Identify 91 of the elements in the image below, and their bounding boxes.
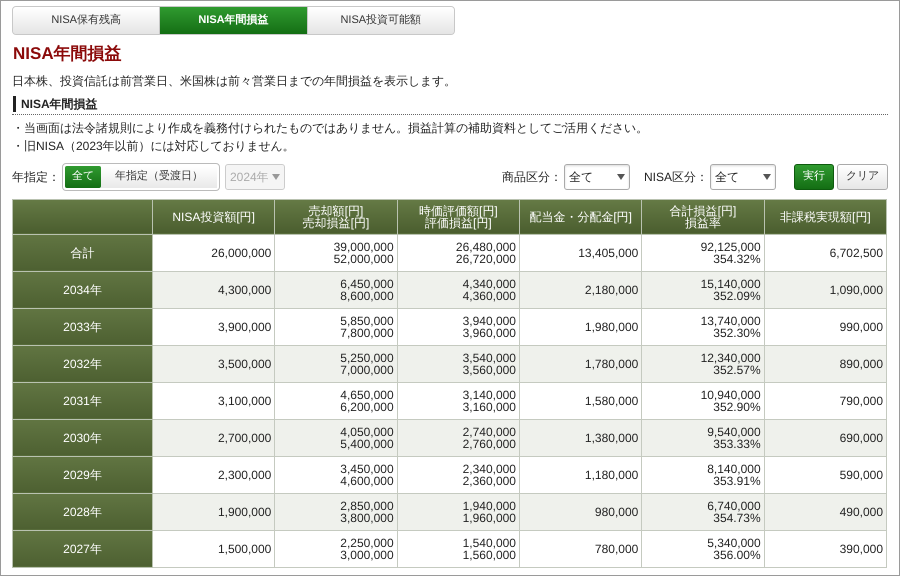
cell-value: 3,100,000 [218,394,272,406]
cell-value: 1,980,000 [584,320,638,332]
cell-value: 2,700,000 [218,432,272,444]
row-header: 2027年 [12,530,152,567]
section-heading: NISA年間損益 [13,96,888,112]
cell-value: 2,300,000 [218,468,272,480]
cell-value: 3,940,000 3,960,000 [462,314,516,338]
caret-icon [616,174,625,180]
cell-value: 2,850,000 3,800,000 [340,500,394,524]
cell-value: 6,740,000 354.73% [707,500,761,524]
cell-value: 2,250,000 3,000,000 [340,536,394,560]
cell-value: 990,000 [840,320,883,332]
cell-value: 1,900,000 [218,506,272,518]
cell-value: 1,090,000 [830,284,883,296]
cell-value: 39,000,000 52,000,000 [334,240,394,264]
cell-value: 1,500,000 [218,542,272,554]
dropdown-value: 全て [568,168,593,186]
cell-value: 690,000 [840,432,883,444]
cell-value: 9,540,000 353.33% [707,426,761,450]
cell-value: 3,540,000 3,560,000 [462,352,516,376]
cell-value: 3,140,000 3,160,000 [462,388,516,412]
dropdown[interactable]: 全て [710,164,776,190]
cell-value: 5,850,000 7,800,000 [340,314,394,338]
row-header: 合計 [12,234,152,271]
cell-value: 780,000 [594,542,638,554]
dropdown[interactable]: 全て [564,164,630,190]
note-text: ・当画面は法令諸規則により作成を義務付けられたものではありません。損益計算の補助資料としてご活用ください。 [12,120,649,136]
cell-value: 3,450,000 4,600,000 [340,462,394,486]
cell-value: 6,702,500 [830,246,883,258]
column-header: 合計損益[円] 損益率 [642,199,764,234]
cell-value: 5,340,000 356.00% [707,536,761,560]
cell-value: 4,650,000 6,200,000 [340,388,394,412]
cell-value: 1,940,000 1,960,000 [462,500,516,524]
row-header: 2028年 [12,493,152,530]
cell-value: 8,140,000 353.91% [707,462,761,486]
filter-label: 商品区分： [502,168,562,186]
filter-label: 年指定： [12,168,60,186]
cell-value: 790,000 [840,394,883,406]
cell-value: 12,340,000 352.57% [700,352,761,376]
cell-value: 1,380,000 [584,432,638,444]
cell-value: 490,000 [840,506,883,518]
cell-value: 3,900,000 [218,320,272,332]
page-title: NISA年間損益 [13,43,123,65]
cell-value: 6,450,000 8,600,000 [340,278,394,302]
column-header: 時価評価額[円] 評価損益[円] [397,199,520,234]
cell-value: 2,740,000 2,760,000 [462,426,516,450]
cell-value: 1,580,000 [584,394,638,406]
cell-value: 1,540,000 1,560,000 [462,536,516,560]
row-header: 2029年 [12,456,152,493]
action-button[interactable]: クリア [837,164,888,190]
caret-icon [272,174,280,180]
description: 日本株、投資信託は前営業日、米国株は前々営業日までの年間損益を表示します。 [12,72,457,90]
cell-value: 4,050,000 5,400,000 [340,426,394,450]
row-header: 2031年 [12,382,152,419]
cell-value: 4,300,000 [218,284,272,296]
column-header: 非課税実現額[円] [764,199,886,234]
cell-value: 10,940,000 352.90% [700,388,761,412]
cell-value: 890,000 [840,358,883,370]
tab[interactable]: NISA年間損益 [160,7,308,34]
row-header: 2032年 [12,345,152,382]
column-header: 配当金・分配金[円] [519,199,642,234]
toggle-option[interactable]: 全て [65,166,101,188]
cell-value: 2,340,000 2,360,000 [462,462,516,486]
note-text: ・旧NISA（2023年以前）には対応しておりません。 [12,138,296,154]
dropdown-value: 全て [715,168,739,186]
row-header: 2030年 [12,419,152,456]
cell-value: 1,180,000 [584,468,638,480]
cell-value: 92,125,000 354.32% [700,240,761,264]
cell-value: 4,340,000 4,360,000 [462,278,516,302]
cell-value: 980,000 [594,506,638,518]
cell-value: 15,140,000 352.09% [700,278,761,302]
cell-value: 26,000,000 [211,246,272,258]
caret-icon [763,174,771,180]
cell-value: 26,480,000 26,720,000 [456,240,516,264]
cell-value: 2,180,000 [584,284,638,296]
cell-value: 390,000 [840,542,883,554]
tab[interactable]: NISA投資可能額 [308,7,454,34]
cell-value: 13,740,000 352.30% [700,314,761,338]
cell-value: 3,500,000 [218,358,272,370]
cell-value: 13,405,000 [578,246,638,258]
tab[interactable]: NISA保有残高 [13,7,160,34]
action-button[interactable]: 実行 [794,164,834,190]
column-header: NISA投資額[円] [152,199,275,234]
cell-value: 5,250,000 7,000,000 [340,352,394,376]
row-header: 2034年 [12,271,152,308]
cell-value: 1,780,000 [584,358,638,370]
filter-label: NISA区分： [644,168,708,186]
cell-value: 590,000 [840,468,883,480]
dropdown-value: 2024年 [230,168,269,186]
column-header: 売却額[円] 売却損益[円] [274,199,398,234]
row-header: 2033年 [12,308,152,345]
